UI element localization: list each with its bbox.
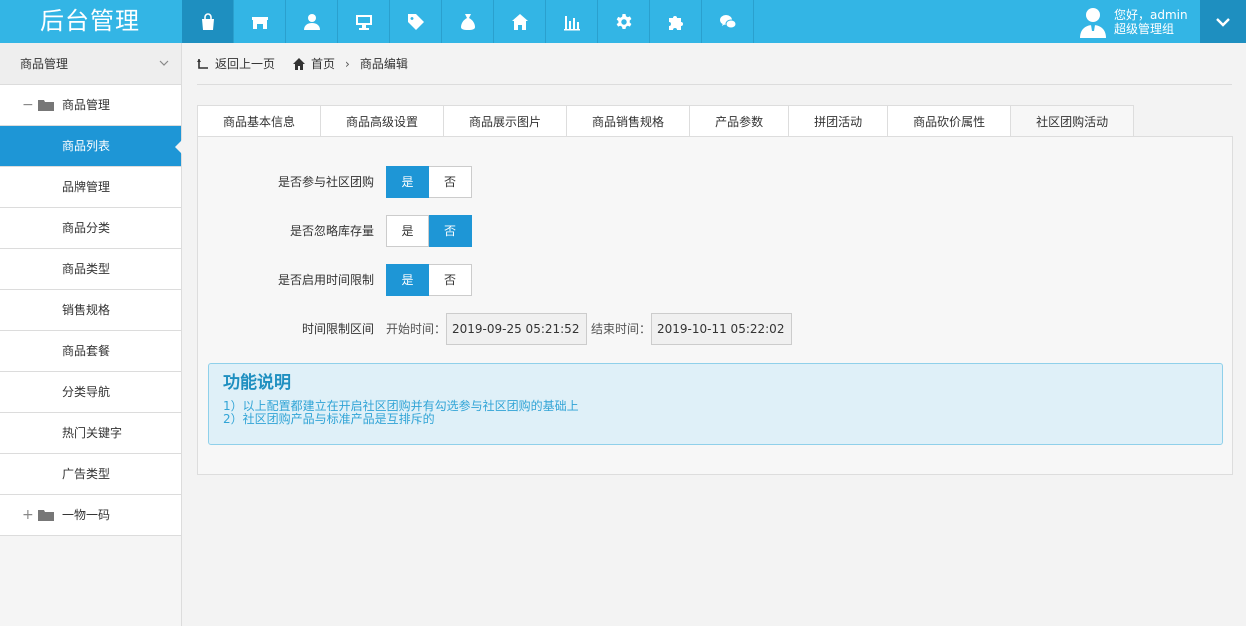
top-nav — [182, 0, 754, 43]
home-link[interactable]: 首页 — [293, 55, 335, 72]
join-yes-button[interactable]: 是 — [386, 166, 429, 198]
nav-user[interactable] — [286, 0, 338, 43]
time-limit-toggle: 是 否 — [386, 264, 472, 296]
ignore-stock-toggle: 是 否 — [386, 215, 472, 247]
time-range-label: 时间限制区间 — [301, 322, 374, 336]
folder-icon — [38, 100, 54, 111]
time-limit-no-button[interactable]: 否 — [429, 264, 472, 296]
sidebar-header[interactable]: 商品管理 — [0, 43, 181, 85]
avatar-icon — [1078, 6, 1108, 38]
sidebar-item-ad-types[interactable]: 广告类型 — [0, 454, 181, 495]
bar-chart-icon — [563, 15, 580, 30]
sidebar-item-category-nav[interactable]: 分类导航 — [0, 372, 181, 413]
home-icon — [293, 57, 306, 70]
sidebar-group-goods[interactable]: − 商品管理 — [0, 85, 181, 126]
join-no-button[interactable]: 否 — [429, 166, 472, 198]
tag-icon — [407, 13, 424, 30]
sidebar-item-brands[interactable]: 品牌管理 — [0, 167, 181, 208]
tab-bar: 商品基本信息 商品高级设置 商品展示图片 商品销售规格 产品参数 拼团活动 商品… — [197, 105, 1135, 137]
join-toggle: 是 否 — [386, 166, 472, 198]
nav-goods[interactable] — [182, 0, 234, 43]
tab-group-buy[interactable]: 拼团活动 — [788, 105, 888, 137]
time-range-row: 时间限制区间 开始时间： 2019-09-25 05:21:52 结束时间： 2… — [198, 313, 1234, 345]
sidebar: 商品管理 − 商品管理 商品列表 品牌管理 商品分类 商品类型 销售规格 商品套… — [0, 43, 182, 626]
main-content: 返回上一页 首页 › 商品编辑 商品基本信息 商品高级设置 商品展示图片 商品销… — [182, 43, 1246, 626]
start-time-label: 开始时间： — [386, 322, 447, 336]
user-role: 超级管理组 — [1114, 21, 1175, 36]
home-icon — [511, 13, 528, 30]
tab-sales-specs[interactable]: 商品销售规格 — [566, 105, 690, 137]
sidebar-item-hot-keywords[interactable]: 热门关键字 — [0, 413, 181, 454]
nav-monitor[interactable] — [338, 0, 390, 43]
nav-settings[interactable] — [598, 0, 650, 43]
nav-plugins[interactable] — [650, 0, 702, 43]
join-label: 是否参与社区团购 — [277, 175, 374, 189]
nav-home[interactable] — [494, 0, 546, 43]
tab-params[interactable]: 产品参数 — [689, 105, 789, 137]
brand-title: 后台管理 — [40, 7, 140, 35]
time-limit-label: 是否启用时间限制 — [277, 273, 374, 287]
nav-tag[interactable] — [390, 0, 442, 43]
monitor-icon — [355, 14, 372, 30]
user-greeting: 您好，admin — [1114, 7, 1188, 22]
user-dropdown-button[interactable] — [1200, 0, 1246, 43]
top-header: 后台管理 您好，admin 超级管理组 — [0, 0, 1246, 43]
tab-bargain[interactable]: 商品砍价属性 — [887, 105, 1011, 137]
tab-panel: 是否参与社区团购 是 否 是否忽略库存量 是 否 是否启用时间限制 是 否 时间… — [197, 136, 1233, 475]
return-icon — [197, 58, 208, 69]
sidebar-item-bundles[interactable]: 商品套餐 — [0, 331, 181, 372]
store-icon — [251, 16, 268, 29]
sidebar-group-label: 一物一码 — [62, 508, 111, 522]
ignore-stock-label: 是否忽略库存量 — [289, 224, 374, 238]
breadcrumb-current: 商品编辑 — [359, 57, 408, 71]
wechat-icon — [719, 14, 736, 28]
chevron-down-icon — [159, 60, 169, 66]
tab-community-group[interactable]: 社区团购活动 — [1010, 105, 1135, 137]
tab-images[interactable]: 商品展示图片 — [443, 105, 567, 137]
nav-wechat[interactable] — [702, 0, 754, 43]
user-info[interactable]: 您好，admin 超级管理组 — [1078, 0, 1200, 43]
end-time-input[interactable]: 2019-10-11 05:22:02 — [651, 313, 792, 345]
sidebar-item-categories[interactable]: 商品分类 — [0, 208, 181, 249]
back-link[interactable]: 返回上一页 — [197, 55, 275, 72]
tab-basic-info[interactable]: 商品基本信息 — [197, 105, 321, 137]
sidebar-group-label: 商品管理 — [62, 98, 111, 112]
nav-finance[interactable] — [442, 0, 494, 43]
collapse-icon: − — [22, 97, 34, 113]
sidebar-title: 商品管理 — [20, 57, 69, 71]
chevron-down-icon — [1216, 17, 1230, 27]
money-bag-icon — [460, 13, 475, 30]
sidebar-group-codes[interactable]: + 一物一码 — [0, 495, 181, 536]
time-limit-yes-button[interactable]: 是 — [386, 264, 429, 296]
sidebar-item-specs[interactable]: 销售规格 — [0, 290, 181, 331]
folder-icon — [38, 510, 54, 521]
info-box: 功能说明 1）以上配置都建立在开启社区团购并有勾选参与社区团购的基础上 2）社区… — [208, 363, 1223, 445]
nav-store[interactable] — [234, 0, 286, 43]
time-limit-row: 是否启用时间限制 是 否 — [198, 264, 1234, 296]
join-row: 是否参与社区团购 是 否 — [198, 166, 1234, 198]
nav-stats[interactable] — [546, 0, 598, 43]
sidebar-item-goods-list[interactable]: 商品列表 — [0, 126, 182, 167]
breadcrumb: 返回上一页 首页 › 商品编辑 — [197, 43, 1232, 85]
gear-icon — [616, 13, 631, 29]
tab-advanced-settings[interactable]: 商品高级设置 — [320, 105, 444, 137]
puzzle-icon — [668, 15, 683, 30]
ignore-stock-no-button[interactable]: 否 — [429, 215, 472, 247]
info-line-2: 2）社区团购产品与标准产品是互排斥的 — [223, 412, 435, 426]
sidebar-item-types[interactable]: 商品类型 — [0, 249, 181, 290]
user-icon — [303, 13, 320, 30]
shopping-bag-icon — [201, 12, 214, 30]
ignore-stock-yes-button[interactable]: 是 — [386, 215, 429, 247]
expand-icon: + — [22, 507, 34, 523]
chevron-right-icon: › — [345, 56, 350, 71]
end-time-label: 结束时间： — [591, 322, 652, 336]
info-title: 功能说明 — [223, 373, 291, 393]
ignore-stock-row: 是否忽略库存量 是 否 — [198, 215, 1234, 247]
start-time-input[interactable]: 2019-09-25 05:21:52 — [446, 313, 587, 345]
